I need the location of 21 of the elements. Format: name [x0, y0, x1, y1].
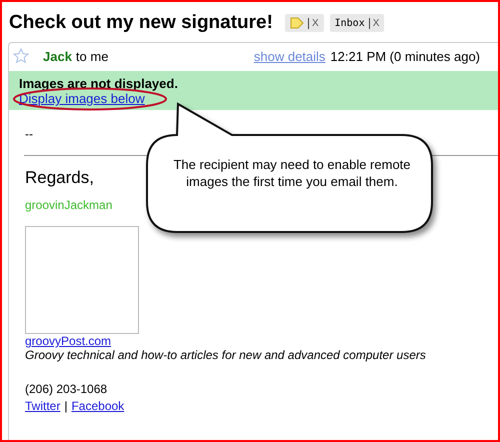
tagline-text: Groovy technical and how-to articles for new and advanced computer users	[25, 348, 426, 362]
label-chip[interactable]: Inbox X	[330, 14, 384, 32]
recipient-text: to me	[76, 48, 108, 64]
star-icon[interactable]	[13, 48, 29, 64]
sender-name: Jack	[43, 48, 72, 64]
website-link[interactable]: groovyPost.com	[25, 334, 112, 348]
social-link[interactable]: Twitter	[25, 399, 60, 413]
signature-separator: --	[25, 127, 33, 143]
phone-number: (206) 203-1068	[25, 382, 108, 396]
social-link[interactable]: Facebook	[71, 399, 124, 413]
email-subject: Check out my new signature!	[9, 12, 273, 34]
message-time: 12:21 PM (0 minutes ago)	[330, 48, 480, 64]
greeting-text: Regards,	[25, 168, 94, 188]
remove-label-button[interactable]: X	[308, 18, 319, 28]
link-separator: |	[64, 399, 68, 413]
banner-title: Images are not displayed.	[19, 76, 179, 91]
label-chip[interactable]: X	[284, 14, 324, 32]
label-text: Inbox	[334, 18, 365, 28]
callout-text: The recipient may need to enable remote images the first time you email them.	[172, 156, 412, 190]
signature-name: groovinJackman	[25, 198, 112, 212]
remove-label-button[interactable]: X	[368, 18, 380, 28]
